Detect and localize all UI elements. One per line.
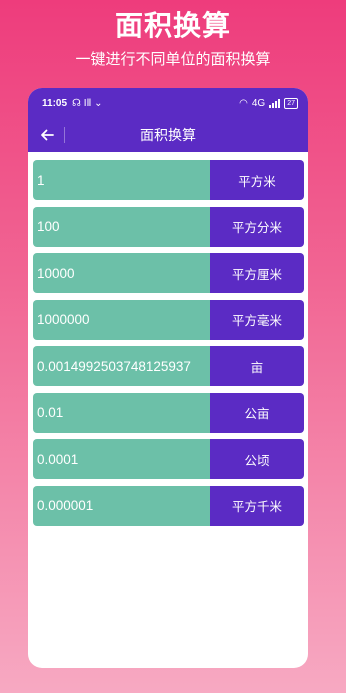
signal-icon bbox=[269, 98, 281, 108]
value-input[interactable]: 100 bbox=[33, 206, 210, 247]
value-input[interactable]: 0.000001 bbox=[33, 485, 210, 526]
value-input[interactable]: 10000 bbox=[33, 253, 210, 293]
network-label: 4G bbox=[251, 97, 266, 109]
app-bar: 面积换算 bbox=[28, 118, 308, 152]
unit-button[interactable]: 亩 bbox=[210, 346, 304, 386]
conversion-list: 1 平方米 100 平方分米 10000 平方厘米 1000000 平方毫米 0… bbox=[28, 152, 308, 526]
value-input[interactable]: 0.0001 bbox=[33, 439, 210, 479]
conversion-row-mu: 0.0014992503748125937 亩 bbox=[33, 346, 304, 386]
back-arrow-icon[interactable] bbox=[36, 124, 58, 146]
wifi-icon: ◠ bbox=[239, 97, 248, 109]
value-input[interactable]: 0.0014992503748125937 bbox=[33, 346, 210, 386]
battery-icon: 27 bbox=[284, 97, 298, 109]
unit-button[interactable]: 平方厘米 bbox=[210, 253, 304, 293]
unit-button[interactable]: 公亩 bbox=[210, 392, 304, 433]
conversion-row-square-millimeter: 1000000 平方毫米 bbox=[33, 299, 304, 340]
conversion-row-square-decimeter: 100 平方分米 bbox=[33, 206, 304, 247]
promo-subtitle: 一键进行不同单位的面积换算 bbox=[75, 50, 271, 68]
phone-screen: 11:05 ☊ IⅡ ⌄ ◠ 4G 27 面积换算 1 平方米 100 平方分米… bbox=[28, 88, 308, 668]
app-title: 面积换算 bbox=[140, 128, 196, 144]
conversion-row-hectare: 0.0001 公顷 bbox=[33, 439, 304, 479]
unit-button[interactable]: 公顷 bbox=[210, 439, 304, 479]
app-bar-divider bbox=[64, 127, 65, 143]
unit-button[interactable]: 平方千米 bbox=[210, 485, 304, 526]
unit-button[interactable]: 平方分米 bbox=[210, 206, 304, 247]
value-input[interactable]: 0.01 bbox=[33, 392, 210, 433]
promo-title: 面积换算 bbox=[114, 9, 231, 42]
status-time: 11:05 bbox=[42, 97, 68, 109]
conversion-row-are: 0.01 公亩 bbox=[33, 392, 304, 433]
conversion-row-square-centimeter: 10000 平方厘米 bbox=[33, 253, 304, 293]
conversion-row-square-kilometer: 0.000001 平方千米 bbox=[33, 485, 304, 526]
status-bar: 11:05 ☊ IⅡ ⌄ ◠ 4G 27 bbox=[28, 88, 308, 118]
unit-button[interactable]: 平方米 bbox=[210, 160, 304, 200]
unit-button[interactable]: 平方毫米 bbox=[210, 299, 304, 340]
value-input[interactable]: 1000000 bbox=[33, 299, 210, 340]
status-left-icons: ☊ IⅡ ⌄ bbox=[72, 97, 103, 109]
value-input[interactable]: 1 bbox=[33, 160, 210, 200]
conversion-row-square-meter: 1 平方米 bbox=[33, 160, 304, 200]
